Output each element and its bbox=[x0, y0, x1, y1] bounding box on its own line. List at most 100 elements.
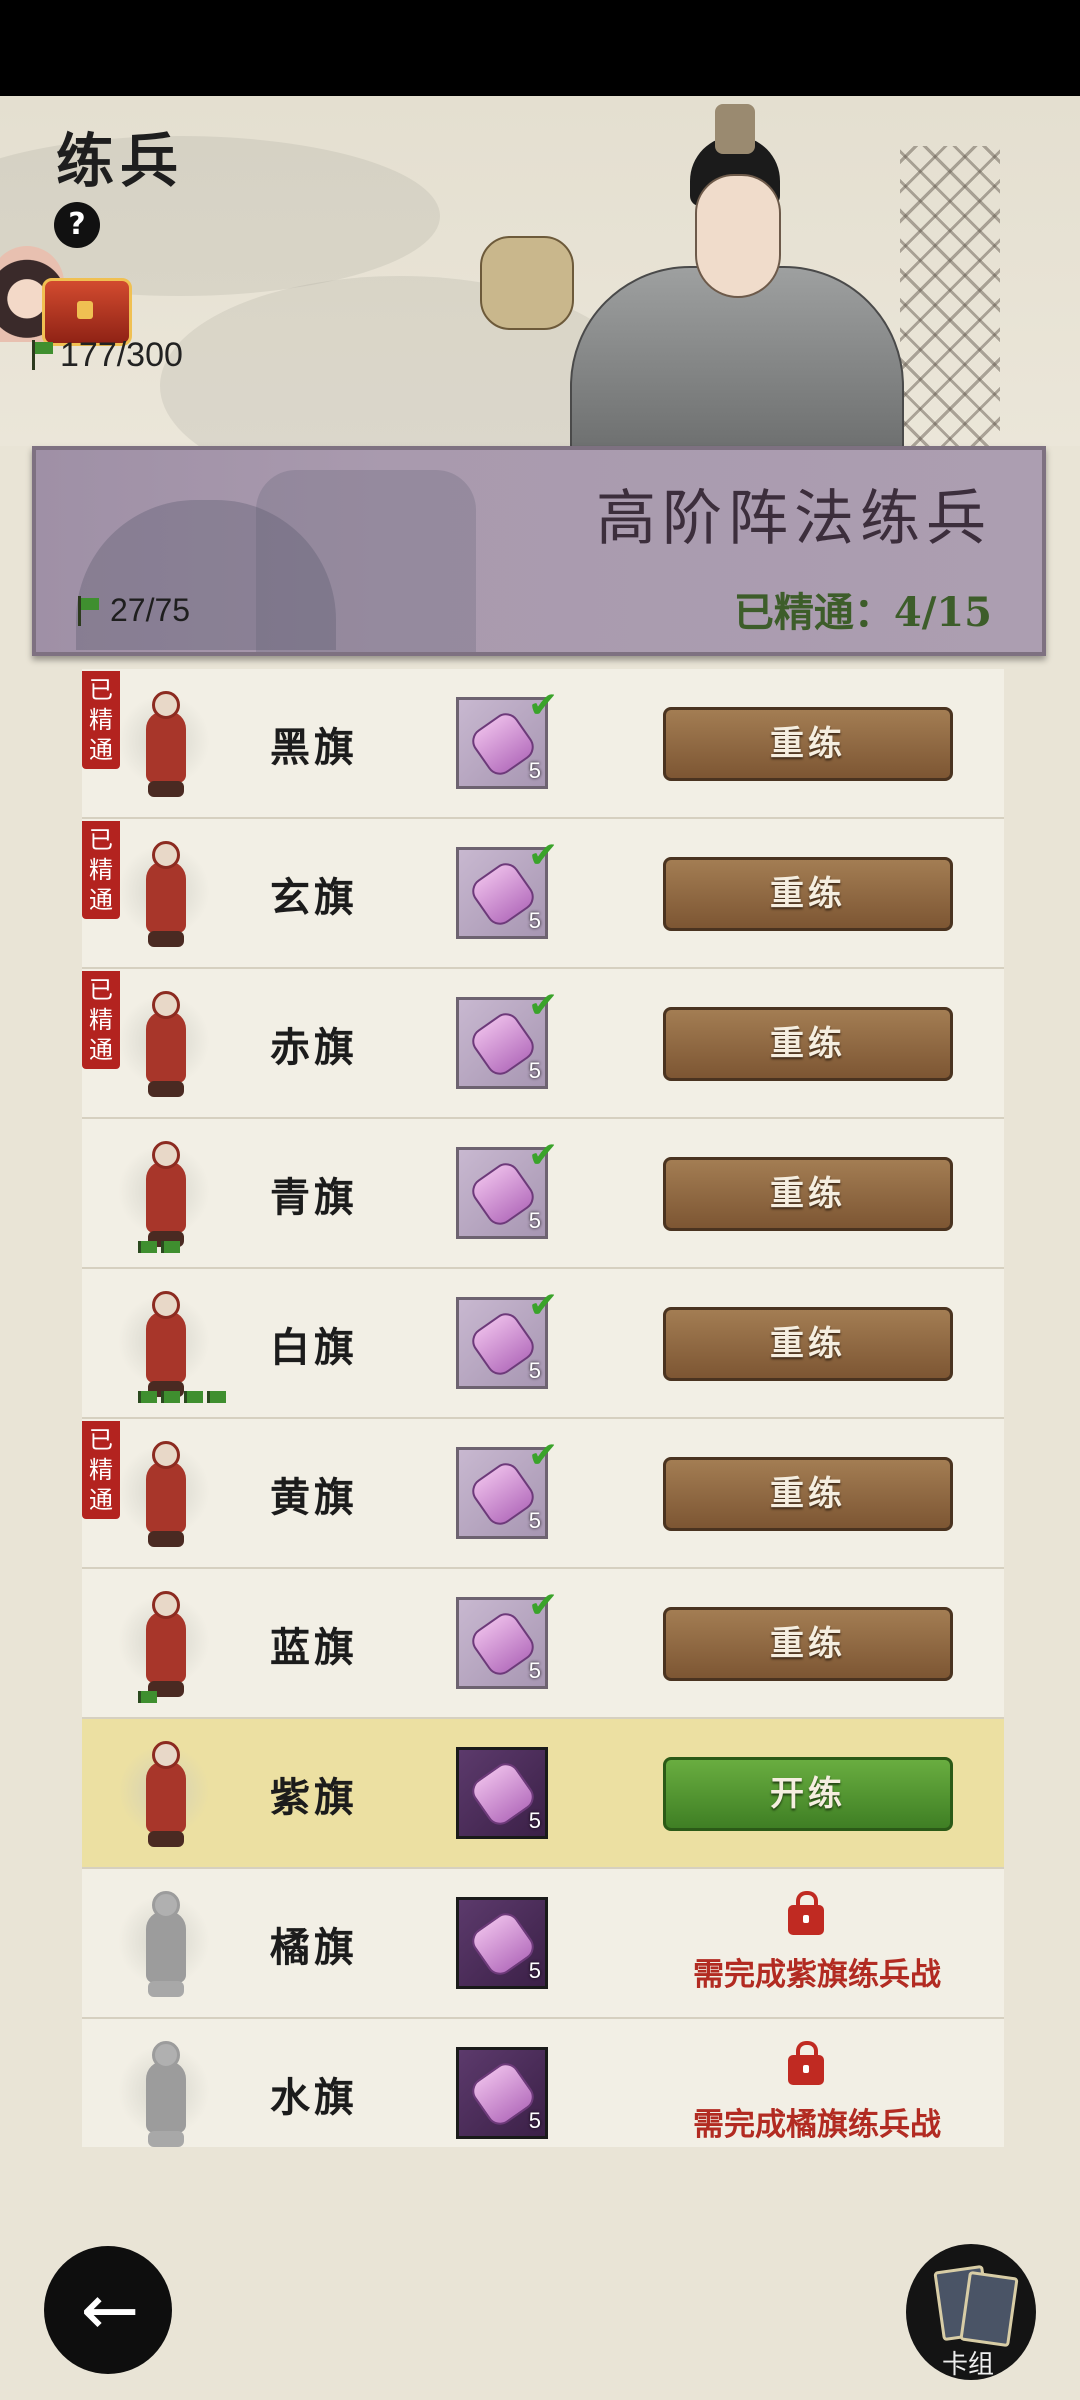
mastered-progress: 已精通：4/15 bbox=[734, 580, 992, 638]
formation-name: 紫旗 bbox=[270, 1774, 358, 1821]
badge-char: 已 bbox=[89, 976, 113, 1004]
flag-count: 27/75 bbox=[110, 592, 191, 628]
hero-face bbox=[695, 174, 781, 298]
formation-name: 白旗 bbox=[270, 1324, 358, 1371]
item-quantity: 5 bbox=[528, 2108, 541, 2133]
page-title: 练兵 bbox=[56, 127, 185, 195]
training-list[interactable]: 已精通黑旗 5 ✔ 重练已精通玄旗 5 ✔ 重练已精通赤旗 5 ✔ 重练 青旗 5 ✔ 重练 白旗 5 ✔ 重练已… bbox=[82, 669, 1004, 2147]
header: 练兵 ? 177/300 bbox=[0, 96, 1080, 446]
list-item: 已精通玄旗 5 ✔ 重练 bbox=[82, 819, 1004, 969]
retrain-button[interactable]: 重练 bbox=[663, 1007, 953, 1081]
soldier-icon bbox=[118, 835, 210, 951]
formation-name: 玄旗 bbox=[270, 874, 358, 921]
soldier-icon bbox=[118, 985, 210, 1101]
badge-char: 已 bbox=[89, 826, 113, 854]
retrain-button[interactable]: 重练 bbox=[663, 1457, 953, 1531]
green-flag-icon bbox=[207, 1391, 226, 1403]
formation-name: 橘旗 bbox=[270, 1924, 358, 1971]
mastered-badge: 已精通 bbox=[82, 1421, 120, 1519]
scroll-item[interactable]: 5 bbox=[456, 1897, 548, 1989]
list-item: 水旗 5 需完成橘旗练兵战 bbox=[82, 2019, 1004, 2147]
retrain-button[interactable]: 重练 bbox=[663, 857, 953, 931]
start-training-button[interactable]: 开练 bbox=[663, 1757, 953, 1831]
mastered-badge: 已精通 bbox=[82, 821, 120, 919]
badge-char: 已 bbox=[89, 1426, 113, 1454]
general-portrait bbox=[480, 96, 904, 446]
soldier-icon bbox=[118, 1885, 210, 2001]
soldier-icon bbox=[118, 1435, 210, 1551]
badge-char: 精 bbox=[89, 706, 113, 734]
badge-char: 已 bbox=[89, 676, 113, 704]
retrain-button[interactable]: 重练 bbox=[663, 1607, 953, 1681]
check-icon: ✔ bbox=[528, 1135, 559, 1176]
badge-char: 通 bbox=[89, 1036, 113, 1064]
formation-banner: 高阶阵法练兵 已精通：4/15 27/75 bbox=[32, 446, 1046, 656]
list-item: 蓝旗 5 ✔ 重练 bbox=[82, 1569, 1004, 1719]
list-item: 白旗 5 ✔ 重练 bbox=[82, 1269, 1004, 1419]
check-icon: ✔ bbox=[528, 1285, 559, 1326]
list-item: 青旗 5 ✔ 重练 bbox=[82, 1119, 1004, 1269]
retrain-button[interactable]: 重练 bbox=[663, 1307, 953, 1381]
green-flag-icon bbox=[161, 1391, 180, 1403]
item-quantity: 5 bbox=[528, 1808, 541, 1833]
retrain-button[interactable]: 重练 bbox=[663, 707, 953, 781]
item-quantity: 5 bbox=[528, 1658, 541, 1683]
item-quantity: 5 bbox=[528, 758, 541, 783]
formation-name: 青旗 bbox=[270, 1174, 358, 1221]
back-button[interactable]: ← bbox=[44, 2246, 172, 2374]
soldier-icon bbox=[118, 1135, 210, 1253]
check-icon: ✔ bbox=[528, 1435, 559, 1476]
list-item: 已精通黄旗 5 ✔ 重练 bbox=[82, 1419, 1004, 1569]
mastered-value: 4/15 bbox=[893, 589, 992, 636]
retrain-button[interactable]: 重练 bbox=[663, 1157, 953, 1231]
scroll-item[interactable]: 5 bbox=[456, 1747, 548, 1839]
mastered-badge: 已精通 bbox=[82, 671, 120, 769]
item-quantity: 5 bbox=[528, 1508, 541, 1533]
check-icon: ✔ bbox=[528, 835, 559, 876]
green-flag-icon bbox=[138, 1691, 157, 1703]
check-icon: ✔ bbox=[528, 1585, 559, 1626]
help-icon[interactable]: ? bbox=[54, 202, 100, 248]
item-quantity: 5 bbox=[528, 1358, 541, 1383]
soldier-icon bbox=[118, 685, 210, 801]
requirement-text: 需完成紫旗练兵战 bbox=[693, 1957, 941, 1993]
soldier-icon bbox=[118, 2035, 210, 2147]
lock-icon bbox=[788, 1891, 824, 1935]
badge-char: 精 bbox=[89, 856, 113, 884]
item-quantity: 5 bbox=[528, 908, 541, 933]
hero-seal bbox=[480, 236, 574, 330]
deck-button[interactable]: 卡组 bbox=[906, 2244, 1036, 2380]
flag-icon bbox=[30, 340, 54, 370]
requirement-text: 需完成橘旗练兵战 bbox=[693, 2107, 941, 2143]
scroll-item[interactable]: 5 bbox=[456, 2047, 548, 2139]
item-quantity: 5 bbox=[528, 1058, 541, 1083]
badge-char: 通 bbox=[89, 886, 113, 914]
watchtower-illustration bbox=[900, 146, 1000, 446]
hero-crown bbox=[715, 104, 755, 154]
flag-progress bbox=[138, 1391, 226, 1405]
check-icon: ✔ bbox=[528, 985, 559, 1026]
camp-illustration bbox=[256, 470, 476, 652]
check-icon: ✔ bbox=[528, 685, 559, 726]
badge-char: 通 bbox=[89, 1486, 113, 1514]
formation-name: 黑旗 bbox=[270, 724, 358, 771]
flag-icon bbox=[76, 596, 100, 626]
formation-name: 黄旗 bbox=[270, 1474, 358, 1521]
badge-char: 通 bbox=[89, 736, 113, 764]
green-flag-icon bbox=[161, 1241, 180, 1253]
list-item: 已精通黑旗 5 ✔ 重练 bbox=[82, 669, 1004, 819]
formation-name: 水旗 bbox=[270, 2074, 358, 2121]
item-quantity: 5 bbox=[528, 1208, 541, 1233]
soldier-icon bbox=[118, 1585, 210, 1703]
status-bar bbox=[0, 0, 1080, 96]
list-item: 橘旗 5 需完成紫旗练兵战 bbox=[82, 1869, 1004, 2019]
lock-icon bbox=[788, 2041, 824, 2085]
banner-title: 高阶阵法练兵 bbox=[596, 484, 992, 554]
formation-name: 赤旗 bbox=[270, 1024, 358, 1071]
card-icon bbox=[959, 2270, 1019, 2348]
mastered-label: 已精通： bbox=[733, 589, 894, 636]
badge-char: 精 bbox=[89, 1456, 113, 1484]
soldier-icon bbox=[118, 1735, 210, 1851]
back-arrow-icon: ← bbox=[80, 2269, 140, 2351]
green-flag-icon bbox=[184, 1391, 203, 1403]
